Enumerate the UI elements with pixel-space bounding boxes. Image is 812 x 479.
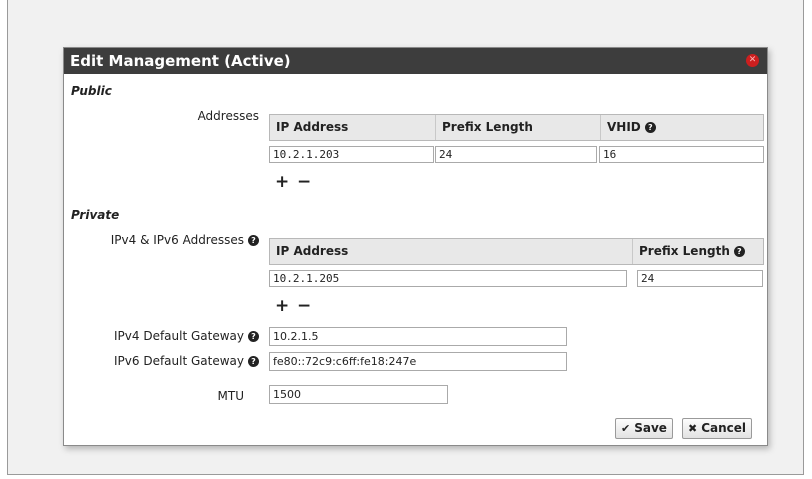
- private-row-1-ip-input[interactable]: 10.2.1.205: [269, 270, 627, 287]
- ipv4-gateway-input[interactable]: 10.2.1.5: [269, 327, 567, 346]
- public-row-1-ip-input[interactable]: 10.2.1.203: [269, 146, 434, 163]
- ipv6-gateway-help-icon[interactable]: ?: [248, 356, 259, 367]
- ipv6-gateway-input[interactable]: fe80::72c9:c6ff:fe18:247e: [269, 352, 567, 371]
- public-row-1-prefix-input[interactable]: 24: [435, 146, 597, 163]
- mtu-label: MTU: [217, 389, 244, 403]
- public-remove-row-button[interactable]: −: [297, 174, 311, 191]
- private-col-prefix-length: Prefix Length?: [632, 239, 763, 264]
- edit-management-dialog: Edit Management (Active) ✕ Public Addres…: [63, 47, 768, 446]
- checkmark-icon: ✔: [621, 422, 631, 435]
- cancel-button[interactable]: ✖ Cancel: [682, 418, 753, 439]
- private-add-row-button[interactable]: +: [275, 298, 289, 315]
- ipv4-gateway-help-icon[interactable]: ?: [248, 331, 259, 342]
- vhid-help-icon[interactable]: ?: [644, 122, 656, 133]
- private-col-prefix-length-label: Prefix Length: [639, 244, 730, 258]
- private-addresses-label-text: IPv4 & IPv6 Addresses: [110, 233, 244, 247]
- dialog-titlebar[interactable]: Edit Management (Active) ✕: [64, 48, 767, 74]
- public-col-vhid: VHID?: [600, 115, 763, 140]
- public-row-1-vhid-input[interactable]: 16: [599, 146, 764, 163]
- dialog-title: Edit Management (Active): [70, 52, 291, 70]
- save-button-label: Save: [634, 421, 667, 435]
- prefix-length-help-icon[interactable]: ?: [733, 246, 745, 257]
- cancel-button-label: Cancel: [701, 421, 747, 435]
- public-col-prefix-length: Prefix Length: [435, 115, 600, 140]
- ipv4-gateway-label-text: IPv4 Default Gateway: [114, 329, 244, 343]
- mtu-input[interactable]: 1500: [269, 385, 448, 404]
- cancel-circle-icon: ✖: [688, 422, 698, 435]
- public-col-vhid-label: VHID: [607, 120, 641, 134]
- public-section-title: Public: [71, 84, 112, 98]
- ipv6-gateway-label-text: IPv6 Default Gateway: [114, 354, 244, 368]
- addresses-help-icon[interactable]: ?: [248, 235, 259, 246]
- ipv4-gateway-label: IPv4 Default Gateway?: [64, 329, 259, 343]
- private-row-1-prefix-input[interactable]: 24: [637, 270, 763, 287]
- private-addresses-header: IP Address Prefix Length?: [269, 238, 764, 265]
- close-icon[interactable]: ✕: [746, 54, 759, 67]
- private-col-ip-address: IP Address: [276, 244, 349, 258]
- save-button[interactable]: ✔ Save: [615, 418, 673, 439]
- private-remove-row-button[interactable]: −: [297, 298, 311, 315]
- private-section-title: Private: [71, 208, 120, 222]
- public-addresses-header: IP Address Prefix Length VHID?: [269, 114, 764, 141]
- private-addresses-label: IPv4 & IPv6 Addresses?: [64, 233, 259, 247]
- ipv6-gateway-label: IPv6 Default Gateway?: [64, 354, 259, 368]
- public-addresses-label: Addresses: [197, 109, 259, 123]
- public-col-ip-address: IP Address: [276, 120, 349, 134]
- public-add-row-button[interactable]: +: [275, 174, 289, 191]
